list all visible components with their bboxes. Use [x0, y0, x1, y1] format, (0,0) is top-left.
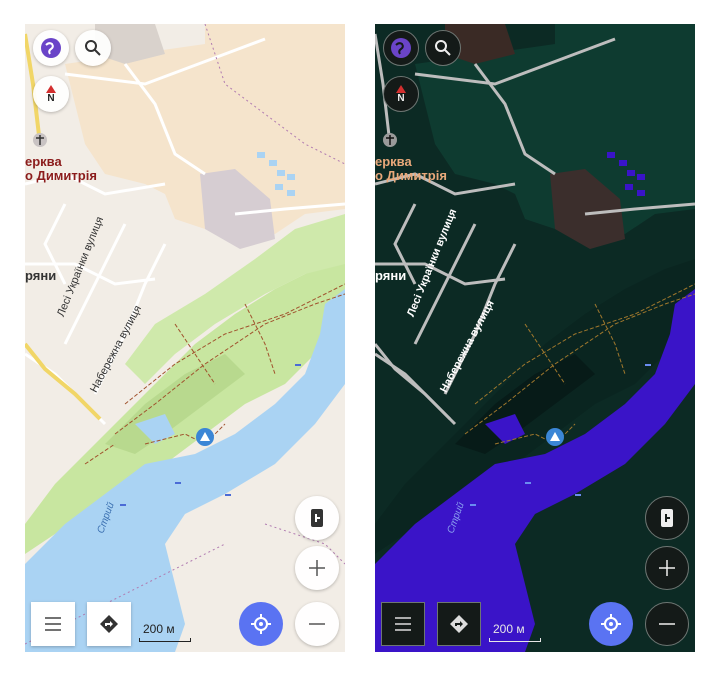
church-icon: [383, 133, 397, 147]
church-label-line1: ерква: [25, 154, 62, 169]
search-button[interactable]: [425, 30, 461, 66]
village-label: ряни: [25, 268, 57, 283]
search-button[interactable]: [75, 30, 111, 66]
compass-button[interactable]: N: [383, 76, 419, 112]
compass-button[interactable]: N: [33, 76, 69, 112]
menu-button[interactable]: [381, 602, 425, 646]
zoom-in-button[interactable]: [645, 546, 689, 590]
plus-icon: [659, 560, 675, 576]
locate-button[interactable]: [589, 602, 633, 646]
scale-bar: [139, 638, 191, 642]
search-icon: [435, 40, 451, 56]
globe-icon: [41, 38, 61, 58]
minus-icon: [309, 623, 325, 625]
scale-label: 200 м: [493, 622, 525, 636]
hand-pointer-icon: [311, 509, 323, 527]
plus-icon: [309, 560, 325, 576]
layers-button[interactable]: [383, 30, 419, 66]
search-icon: [85, 40, 101, 56]
camp-icon: [546, 428, 564, 446]
route-button[interactable]: [437, 602, 481, 646]
church-label-line2: о Димитрія: [25, 168, 97, 183]
layers-button[interactable]: [33, 30, 69, 66]
church-label-line2-dark: о Димитрія: [375, 168, 447, 183]
gesture-button[interactable]: [295, 496, 339, 540]
route-button[interactable]: [87, 602, 131, 646]
menu-icon: [45, 617, 61, 631]
zoom-out-button[interactable]: [295, 602, 339, 646]
compass-icon: [46, 84, 56, 93]
scale-bar: [489, 638, 541, 642]
globe-icon: [391, 38, 411, 58]
menu-icon: [395, 617, 411, 631]
church-icon: [33, 133, 47, 147]
locate-button[interactable]: [239, 602, 283, 646]
zoom-out-button[interactable]: [645, 602, 689, 646]
route-icon: [100, 615, 118, 633]
route-icon: [450, 615, 468, 633]
scale-label: 200 м: [143, 622, 175, 636]
minus-icon: [659, 623, 675, 625]
church-label-line1-dark: ерква: [375, 154, 412, 169]
map-panel-light[interactable]: Стрий ерква о Димитрія ряни Лесі Українк…: [25, 24, 345, 652]
map-scale: 200 м: [139, 622, 191, 642]
camp-icon: [196, 428, 214, 446]
menu-button[interactable]: [31, 602, 75, 646]
north-label: N: [397, 92, 405, 104]
crosshair-icon: [251, 614, 271, 634]
village-label-dark: ряни: [375, 268, 407, 283]
north-label: N: [47, 92, 55, 104]
compass-icon: [396, 84, 406, 93]
hand-pointer-icon: [661, 509, 673, 527]
map-scale: 200 м: [489, 622, 541, 642]
gesture-button[interactable]: [645, 496, 689, 540]
crosshair-icon: [601, 614, 621, 634]
zoom-in-button[interactable]: [295, 546, 339, 590]
map-panel-dark[interactable]: Стрий ерква о Димитрія ряни Лесі Українк…: [375, 24, 695, 652]
